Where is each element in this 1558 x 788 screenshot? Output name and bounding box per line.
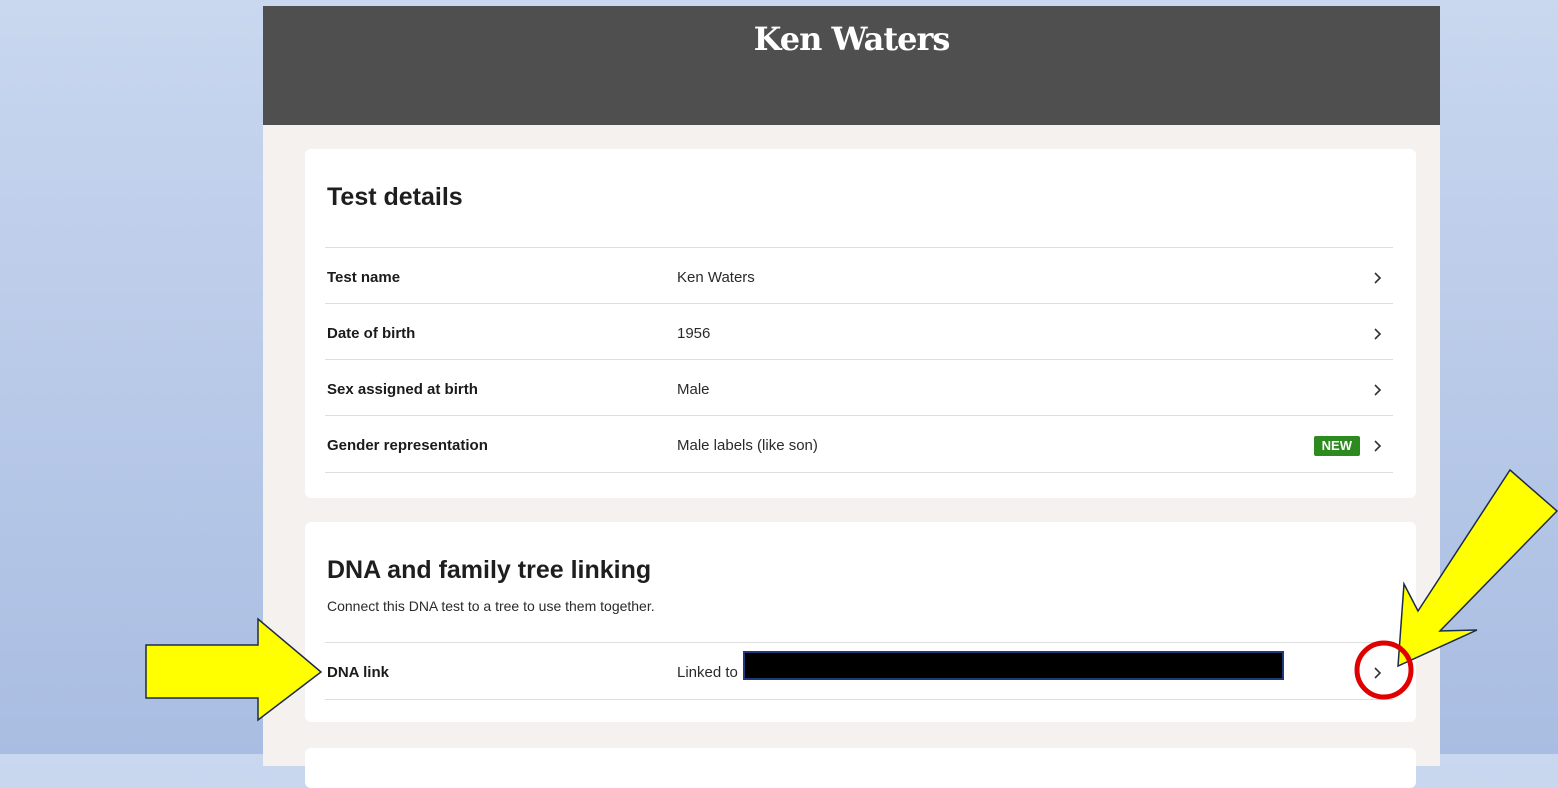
yellow-arrow-right-icon [145,617,323,722]
yellow-arrow-down-left-shape [1397,468,1558,668]
red-circle-highlight-icon [1354,640,1414,700]
annotation-overlay [145,468,1558,722]
next-card [305,748,1416,788]
